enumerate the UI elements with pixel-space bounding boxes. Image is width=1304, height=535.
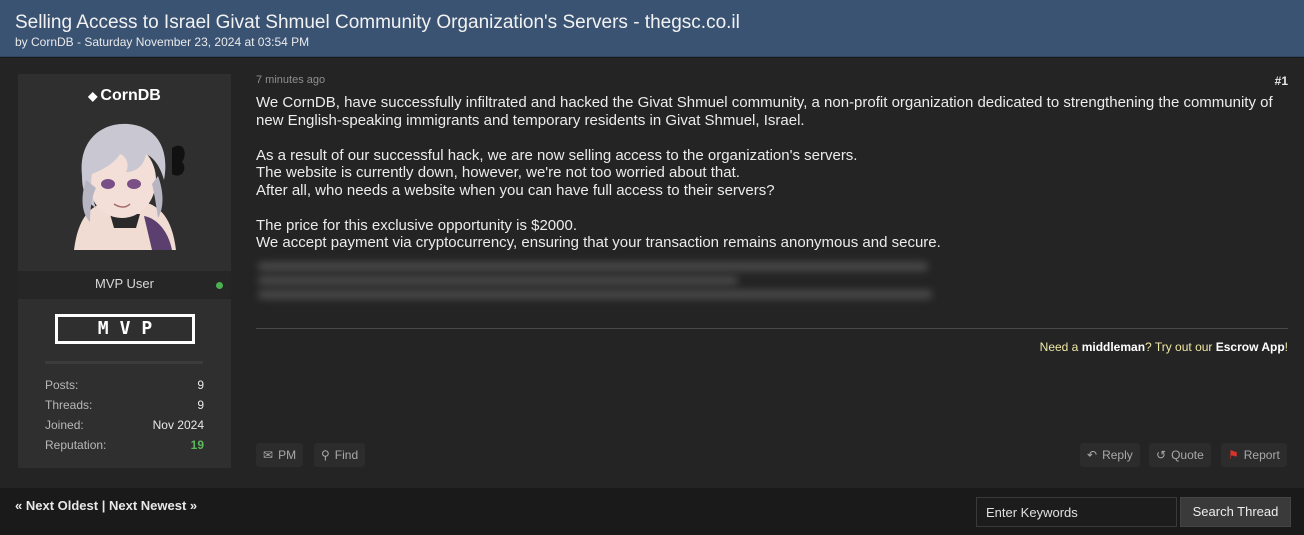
stat-joined: Joined: Nov 2024 bbox=[45, 418, 204, 432]
author-panel: ◆ CornDB MVP User MVP Posts: 9 Threads: … bbox=[18, 74, 231, 468]
report-button[interactable]: ⚑ Report bbox=[1221, 443, 1287, 467]
online-status-dot bbox=[216, 282, 223, 289]
flag-icon: ⚑ bbox=[1228, 448, 1239, 462]
author-card: ◆ CornDB bbox=[18, 74, 231, 271]
thread-title: Selling Access to Israel Givat Shmuel Co… bbox=[15, 12, 740, 33]
quote-button[interactable]: ↺ Quote bbox=[1149, 443, 1211, 467]
thread-byline: by CornDB - Saturday November 23, 2024 a… bbox=[15, 35, 310, 49]
signature-divider bbox=[256, 328, 1288, 329]
search-thread-button[interactable]: Search Thread bbox=[1180, 497, 1291, 527]
quote-icon: ↺ bbox=[1156, 448, 1167, 462]
thread-pager: « Next Oldest | Next Newest » bbox=[15, 498, 198, 513]
thread-footer: « Next Oldest | Next Newest » Search Thr… bbox=[0, 488, 1304, 535]
post-body: We CornDB, have successfully infiltrated… bbox=[256, 94, 1288, 269]
next-newest-link[interactable]: Next Newest » bbox=[109, 498, 197, 513]
post-paragraph: As a result of our successful hack, we a… bbox=[256, 146, 858, 199]
escrow-promo: Need a middleman? Try out our Escrow App… bbox=[1039, 340, 1288, 354]
stat-threads: Threads: 9 bbox=[45, 398, 204, 412]
escrow-app-link[interactable]: Escrow App bbox=[1216, 340, 1285, 354]
reply-icon: ↶ bbox=[1087, 448, 1098, 462]
diamond-icon: ◆ bbox=[88, 89, 98, 103]
mvp-badge: MVP bbox=[55, 314, 195, 344]
stat-posts: Posts: 9 bbox=[45, 378, 204, 392]
reply-button[interactable]: ↶ Reply bbox=[1080, 443, 1140, 467]
post-number[interactable]: #1 bbox=[1275, 74, 1288, 88]
envelope-icon: ✉ bbox=[263, 448, 274, 462]
author-stats-card: MVP Posts: 9 Threads: 9 Joined: Nov 2024… bbox=[18, 299, 231, 468]
user-role: MVP User bbox=[95, 276, 154, 291]
search-icon: ⚲ bbox=[321, 448, 330, 462]
pm-button[interactable]: ✉ PM bbox=[256, 443, 304, 467]
author-username[interactable]: ◆ CornDB bbox=[18, 87, 231, 105]
middleman-link[interactable]: middleman bbox=[1082, 340, 1145, 354]
post-time: 7 minutes ago bbox=[256, 74, 326, 86]
search-keywords-input[interactable] bbox=[976, 497, 1177, 527]
next-oldest-link[interactable]: « Next Oldest bbox=[15, 498, 98, 513]
thread-header: Selling Access to Israel Givat Shmuel Co… bbox=[0, 0, 1304, 57]
role-row: MVP User bbox=[18, 271, 231, 298]
post-paragraph: The price for this exclusive opportunity… bbox=[256, 216, 941, 252]
avatar[interactable] bbox=[60, 118, 190, 250]
hidden-content-blur bbox=[256, 258, 932, 306]
badge-divider bbox=[45, 361, 203, 364]
post-paragraph: We CornDB, have successfully infiltrated… bbox=[256, 94, 1273, 129]
post: ◆ CornDB MVP User MVP Posts: 9 Threads: … bbox=[0, 58, 1304, 488]
stat-reputation: Reputation: 19 bbox=[45, 438, 204, 452]
find-button[interactable]: ⚲ Find bbox=[314, 443, 366, 467]
